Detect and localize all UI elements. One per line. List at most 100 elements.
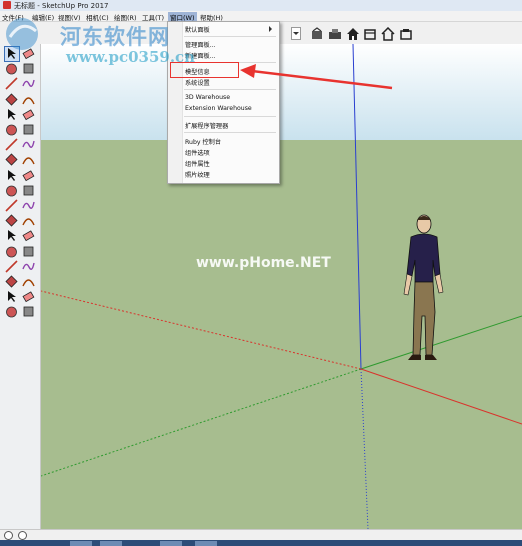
position-camera-icon	[8, 291, 16, 303]
menu-item-photo-textures[interactable]: 照片纹理	[185, 170, 210, 179]
3d-text-icon	[22, 230, 35, 242]
menu-item-component-attributes[interactable]: 组件属性	[185, 159, 210, 168]
zoom-tool[interactable]	[4, 259, 19, 274]
orbit-icon	[6, 246, 17, 257]
rotate-icon	[8, 169, 16, 181]
menu-item-component-options[interactable]: 组件选项	[185, 148, 210, 157]
sketchup-app-icon	[3, 1, 11, 9]
red-axis-dotted	[41, 290, 362, 370]
tape-measure-tool[interactable]	[4, 198, 19, 213]
scale-figure-person[interactable]	[395, 212, 455, 367]
green-axis-dotted	[41, 368, 362, 477]
taskbar-item[interactable]	[100, 541, 122, 546]
3d-text-tool[interactable]	[21, 228, 36, 243]
submenu-arrow-icon	[269, 26, 275, 32]
zoom-extents-icon	[5, 275, 18, 288]
watermark-site-url: www.pc0359.cn	[66, 48, 196, 66]
extension-icon[interactable]	[398, 26, 414, 42]
pie-tool[interactable]	[21, 137, 36, 152]
look-around-icon	[22, 291, 35, 303]
pan-tool[interactable]	[21, 244, 36, 259]
move-tool[interactable]	[4, 152, 19, 167]
freehand-tool[interactable]	[21, 76, 36, 91]
warehouse-share-icon[interactable]	[309, 26, 325, 42]
polygon-tool[interactable]	[21, 107, 36, 122]
line-tool[interactable]	[4, 76, 19, 91]
menu-icon-gutter	[168, 22, 183, 183]
menu-item-extension-warehouse[interactable]: Extension Warehouse	[185, 105, 252, 112]
axes-tool[interactable]	[4, 228, 19, 243]
zoom-extents-tool[interactable]	[4, 274, 19, 289]
watermark-center: www.pHome.NET	[196, 255, 331, 271]
offset-icon	[23, 185, 34, 196]
zoom-icon	[5, 260, 18, 273]
rotated-rectangle-icon	[22, 96, 35, 104]
toolbar-dropdown[interactable]	[291, 27, 301, 40]
dimension-tool[interactable]	[21, 198, 36, 213]
taskbar-item[interactable]	[195, 541, 217, 546]
text-tool[interactable]	[21, 213, 36, 228]
window-menu-dropdown: 默认面板 管理面板... 新建面板... 模型信息 系统设置 3D Wareho…	[167, 21, 280, 184]
three-point-arc-icon	[5, 138, 18, 151]
rectangle-icon	[5, 93, 18, 106]
component-icon[interactable]	[362, 26, 378, 42]
menu-item-3d-warehouse[interactable]: 3D Warehouse	[185, 94, 230, 101]
circle-icon	[8, 108, 16, 120]
axes-icon	[8, 230, 16, 242]
tape-measure-icon	[5, 199, 18, 212]
geo-location-icon[interactable]	[4, 531, 13, 540]
menu-item-ruby-console[interactable]: Ruby 控制台	[185, 137, 221, 146]
offset-tool[interactable]	[21, 183, 36, 198]
menu-item-default-tray[interactable]: 默认面板	[185, 25, 210, 34]
menu-separator	[184, 116, 276, 117]
credits-icon[interactable]	[18, 531, 27, 540]
protractor-tool[interactable]	[4, 213, 19, 228]
section-plane-tool[interactable]	[21, 304, 36, 319]
previous-view-icon	[22, 279, 35, 287]
window-title: 无标题 - SketchUp Pro 2017	[14, 2, 109, 10]
text-icon	[22, 218, 35, 226]
red-axis-solid	[360, 368, 522, 425]
arc-tool[interactable]	[4, 122, 19, 137]
home-outline-icon[interactable]	[380, 26, 396, 42]
orbit-tool[interactable]	[4, 244, 19, 259]
scale-tool[interactable]	[4, 183, 19, 198]
eraser-alt-tool[interactable]	[21, 61, 36, 76]
zoom-window-tool[interactable]	[21, 259, 36, 274]
taskbar-item[interactable]	[160, 541, 182, 546]
follow-me-tool[interactable]	[21, 168, 36, 183]
eraser-alt-icon	[23, 63, 34, 74]
model-upload-icon[interactable]	[327, 26, 343, 42]
pie-icon	[22, 141, 35, 149]
scale-icon	[6, 185, 17, 197]
walk-tool[interactable]	[4, 304, 19, 319]
rotated-rectangle-tool[interactable]	[21, 92, 36, 107]
previous-view-tool[interactable]	[21, 274, 36, 289]
move-icon	[5, 153, 18, 166]
menu-item-preferences[interactable]: 系统设置	[185, 78, 210, 87]
menu-item-extension-manager[interactable]: 扩展程序管理器	[185, 121, 228, 130]
position-camera-tool[interactable]	[4, 289, 19, 304]
dimension-icon	[22, 201, 35, 209]
two-point-arc-icon	[23, 124, 34, 135]
three-point-arc-tool[interactable]	[4, 137, 19, 152]
follow-me-icon	[22, 169, 35, 181]
line-icon	[5, 77, 18, 90]
circle-tool[interactable]	[4, 107, 19, 122]
rotate-tool[interactable]	[4, 168, 19, 183]
two-point-arc-tool[interactable]	[21, 122, 36, 137]
look-around-tool[interactable]	[21, 289, 36, 304]
os-taskbar	[0, 540, 522, 546]
house-icon[interactable]	[345, 26, 361, 42]
blue-axis-solid	[352, 44, 362, 370]
menu-separator	[184, 36, 276, 37]
taskbar-item[interactable]	[70, 541, 92, 546]
rectangle-tool[interactable]	[4, 92, 19, 107]
menu-separator	[184, 132, 276, 133]
status-bar	[0, 529, 522, 540]
arc-icon	[6, 124, 17, 136]
paint-bucket-tool[interactable]	[4, 61, 19, 76]
left-toolbar	[0, 44, 41, 529]
freehand-icon	[22, 80, 35, 88]
push-pull-tool[interactable]	[21, 152, 36, 167]
